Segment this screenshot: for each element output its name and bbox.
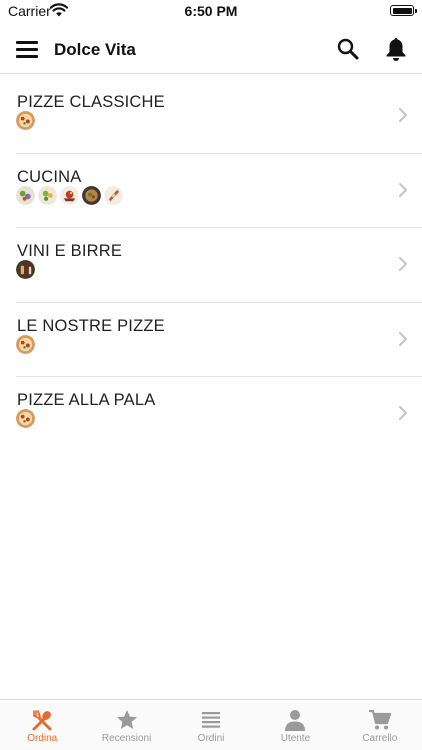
notification-bell-icon[interactable] [384,36,408,62]
tab-recensioni[interactable]: Recensioni [84,700,168,750]
wrap-thumbnail [104,185,123,205]
user-icon [285,710,306,731]
plate-thumbnail [82,185,101,205]
search-icon[interactable] [336,37,360,61]
menu-button[interactable] [15,38,39,60]
category-name: VINI E BIRRE [17,242,123,260]
chevron-right-icon [399,257,407,271]
category-thumbnails [16,334,38,354]
battery-icon [390,5,417,16]
hamburger-icon [16,41,38,44]
tab-label: Carrello [362,733,398,744]
chevron-right-icon [399,331,407,346]
salad-thumbnail [16,185,35,205]
chevron-right-icon [399,182,407,197]
status-time: 6:50 PM [184,3,238,19]
page-title: Dolce Vita [54,40,136,59]
category-row[interactable]: CUCINA [0,152,422,228]
category-thumbnails [16,409,38,428]
list-icon [202,712,221,728]
tab-ordini[interactable]: Ordini [169,700,253,750]
chevron-right-icon [399,406,407,420]
tab-bar: Ordina Recensioni Ordini Utente Carrello [0,699,422,750]
status-bar: Carrier 6:50 PM [0,0,422,24]
drinks-thumbnail [16,260,35,279]
category-row[interactable]: VINI E BIRRE [0,227,422,302]
tab-label: Ordina [27,733,58,744]
category-list: PIZZE CLASSICHE CUCINA VINI E BIRRE LE N… [0,78,422,451]
category-name: PIZZE CLASSICHE [17,93,165,111]
tab-label: Utente [280,733,311,744]
tab-carrello[interactable]: Carrello [338,700,422,750]
tab-utente[interactable]: Utente [253,700,337,750]
star-icon [116,710,137,729]
category-row[interactable]: PIZZE CLASSICHE [0,78,422,153]
chevron-right-icon [399,108,407,122]
category-name: CUCINA [17,167,82,186]
category-thumbnails [16,260,38,279]
category-thumbnails [16,185,126,205]
dessert-thumbnail [60,185,79,205]
fork-knife-icon [32,710,52,731]
pizza-thumbnail [16,111,35,130]
pizza-thumbnail [16,409,35,428]
app-header: Dolce Vita [0,26,422,74]
tab-label: Recensioni [101,733,152,744]
category-row[interactable]: LE NOSTRE PIZZE [0,301,422,377]
category-row[interactable]: PIZZE ALLA PALA [0,376,422,451]
pizza-thumbnail [16,334,35,354]
category-thumbnails [16,111,38,130]
cart-icon [368,709,391,730]
category-name: PIZZE ALLA PALA [17,391,156,409]
tab-label: Ordini [197,733,225,744]
category-name: LE NOSTRE PIZZE [17,316,165,335]
salad-thumbnail [38,185,57,205]
tab-ordina[interactable]: Ordina [0,700,84,750]
